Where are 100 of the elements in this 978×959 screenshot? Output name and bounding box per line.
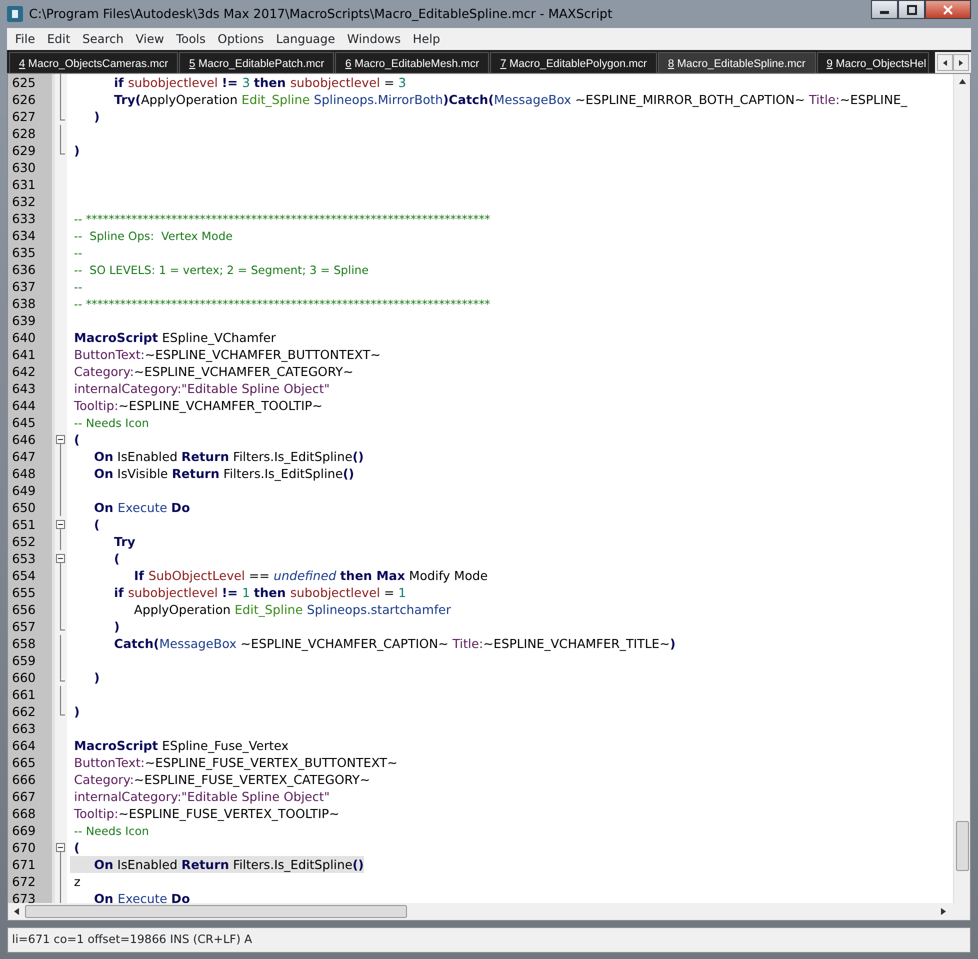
code-line: Tooltip:~ESPLINE_VCHAMFER_TOOLTIP~ xyxy=(73,397,323,414)
file-tab[interactable]: 9 Macro_ObjectsHel xyxy=(816,52,930,73)
code-line: internalCategory:"Editable Spline Object" xyxy=(73,380,330,397)
line-number: 652 xyxy=(11,533,37,550)
line-number: 666 xyxy=(11,771,37,788)
line-number: 654 xyxy=(11,567,37,584)
line-number: 667 xyxy=(11,788,37,805)
line-number: 633 xyxy=(11,210,37,227)
line-number: 651 xyxy=(11,516,37,533)
line-number: 636 xyxy=(11,261,37,278)
line-number: 660 xyxy=(11,669,37,686)
line-number: 673 xyxy=(11,890,37,903)
menu-item[interactable]: File xyxy=(9,30,42,48)
code-line: On Execute Do xyxy=(93,499,190,516)
menu-item[interactable]: Tools xyxy=(170,30,212,48)
line-number: 665 xyxy=(11,754,37,771)
code-line: ( xyxy=(93,516,100,533)
line-number: 634 xyxy=(11,227,37,244)
code-line: -- xyxy=(73,245,82,261)
file-tab[interactable]: 7 Macro_EditablePolygon.mcr xyxy=(490,52,657,73)
code-line: -- *********************************************************************** xyxy=(73,211,490,227)
line-number: 670 xyxy=(11,839,37,856)
code-line: ButtonText:~ESPLINE_VCHAMFER_BUTTONTEXT~ xyxy=(73,346,381,363)
code-line: ) xyxy=(93,108,100,125)
menu-item[interactable]: Edit xyxy=(41,30,76,48)
close-button[interactable] xyxy=(925,0,971,19)
menu-item[interactable]: Search xyxy=(76,30,130,48)
code-line: Try(ApplyOperation Edit_Spline Splineops.MirrorBoth)Catch(MessageBox ~ESPLINE_MIRROR_BOTH_CAPTION~ Title:~ESPLINE_ xyxy=(113,91,908,108)
minimize-icon xyxy=(880,11,889,14)
line-number: 672 xyxy=(11,873,37,890)
line-number: 657 xyxy=(11,618,37,635)
code-line: -- SO LEVELS: 1 = vertex; 2 = Segment; 3 = Spline xyxy=(73,262,369,278)
code-line: On Execute Do xyxy=(93,890,190,903)
menu-item[interactable]: View xyxy=(130,30,170,48)
line-number: 632 xyxy=(11,193,37,210)
vertical-scrollbar[interactable] xyxy=(953,74,970,903)
code-line: Category:~ESPLINE_FUSE_VERTEX_CATEGORY~ xyxy=(73,771,370,788)
line-number: 630 xyxy=(11,159,37,176)
file-tab[interactable]: 6 Macro_EditableMesh.mcr xyxy=(335,52,490,73)
code-line: If SubObjectLevel == undefined then Max Modify Mode xyxy=(133,567,488,584)
line-number: 649 xyxy=(11,482,37,499)
code-line: On IsVisible Return Filters.Is_EditSpline() xyxy=(93,465,354,482)
line-number: 628 xyxy=(11,125,37,142)
line-number: 631 xyxy=(11,176,37,193)
line-number: 641 xyxy=(11,346,37,363)
line-number: 642 xyxy=(11,363,37,380)
line-number: 662 xyxy=(11,703,37,720)
code-line: -- xyxy=(73,279,82,295)
window-title: C:\Program Files\Autodesk\3ds Max 2017\MacroScripts\Macro_EditableSpline.mcr - MAXScript xyxy=(29,4,612,23)
code-line: ButtonText:~ESPLINE_FUSE_VERTEX_BUTTONTEXT~ xyxy=(73,754,398,771)
minimize-button[interactable] xyxy=(871,0,898,19)
line-number: 661 xyxy=(11,686,37,703)
line-number: 659 xyxy=(11,652,37,669)
code-line: On IsEnabled Return Filters.Is_EditSpline() xyxy=(93,448,364,465)
menu-item[interactable]: Windows xyxy=(341,30,407,48)
line-number: 671 xyxy=(11,856,37,873)
code-line: -- *********************************************************************** xyxy=(73,296,490,312)
code-line: ) xyxy=(113,618,120,635)
code-line: ( xyxy=(73,839,80,856)
menu-item[interactable]: Language xyxy=(270,30,342,48)
line-number: 650 xyxy=(11,499,37,516)
line-number: 626 xyxy=(11,91,37,108)
scroll-left-icon[interactable] xyxy=(12,907,21,916)
code-line: ApplyOperation Edit_Spline Splineops.startchamfer xyxy=(133,601,452,618)
menu-item[interactable]: Options xyxy=(212,30,270,48)
scroll-up-icon[interactable] xyxy=(958,77,966,86)
code-line: ( xyxy=(113,550,120,567)
maximize-icon xyxy=(906,4,916,14)
code-line: -- Spline Ops: Vertex Mode xyxy=(73,228,233,244)
scroll-thumb[interactable] xyxy=(25,905,407,918)
line-number: 647 xyxy=(11,448,37,465)
scroll-thumb[interactable] xyxy=(956,821,968,871)
line-number: 643 xyxy=(11,380,37,397)
code-line: ) xyxy=(73,142,80,159)
line-number: 645 xyxy=(11,414,37,431)
menu-item[interactable]: Help xyxy=(406,30,446,48)
line-number: 655 xyxy=(11,584,37,601)
maximize-button[interactable] xyxy=(898,0,925,19)
line-number: 637 xyxy=(11,278,37,295)
tab-scroll-left-button[interactable] xyxy=(937,54,953,71)
tab-scroll-right-button[interactable] xyxy=(953,54,969,71)
code-line: Category:~ESPLINE_VCHAMFER_CATEGORY~ xyxy=(73,363,354,380)
code-line: Try xyxy=(113,533,136,550)
line-number: 646 xyxy=(11,431,37,448)
file-tab[interactable]: 5 Macro_EditablePatch.mcr xyxy=(179,52,334,73)
line-number: 627 xyxy=(11,108,37,125)
line-number: 664 xyxy=(11,737,37,754)
horizontal-scrollbar[interactable] xyxy=(8,903,970,920)
file-tab[interactable]: 8 Macro_EditableSpline.mcr xyxy=(658,52,816,73)
line-number: 629 xyxy=(11,142,37,159)
line-number: 644 xyxy=(11,397,37,414)
line-number: 663 xyxy=(11,720,37,737)
code-line: -- Needs Icon xyxy=(73,415,149,431)
file-tab[interactable]: 4 Macro_ObjectsCameras.mcr xyxy=(9,52,178,73)
line-number: 625 xyxy=(11,74,37,91)
code-line: ) xyxy=(73,703,80,720)
status-text: li=671 co=1 offset=19866 INS (CR+LF) A xyxy=(12,931,252,948)
scroll-right-icon[interactable] xyxy=(939,907,948,916)
line-number: 648 xyxy=(11,465,37,482)
app-icon xyxy=(7,6,23,22)
